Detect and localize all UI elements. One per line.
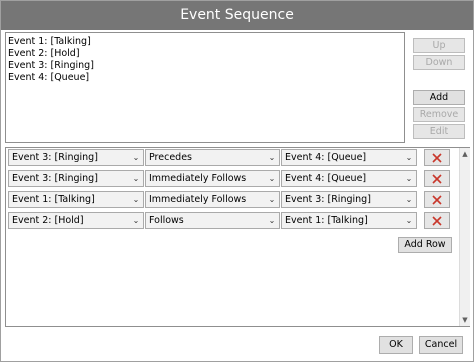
second-event-value: Event 1: [Talking] xyxy=(285,215,368,226)
rules-scrollbar[interactable]: ▲ ▼ xyxy=(459,148,470,326)
first-event-value: Event 3: [Ringing] xyxy=(12,173,98,184)
events-list[interactable]: Event 1: [Talking] Event 2: [Hold] Event… xyxy=(5,32,405,143)
relation-select[interactable]: Immediately Follows ⌄ xyxy=(145,191,280,208)
chevron-down-icon: ⌄ xyxy=(132,216,140,225)
first-event-select[interactable]: Event 1: [Talking] ⌄ xyxy=(8,191,144,208)
chevron-down-icon: ⌄ xyxy=(268,153,276,162)
down-button[interactable]: Down xyxy=(413,55,465,70)
relation-value: Precedes xyxy=(149,152,192,163)
chevron-down-icon: ⌄ xyxy=(268,174,276,183)
edit-button[interactable]: Edit xyxy=(413,124,465,139)
second-event-select[interactable]: Event 4: [Queue] ⌄ xyxy=(281,170,417,187)
chevron-down-icon: ⌄ xyxy=(405,174,413,183)
second-event-select[interactable]: Event 3: [Ringing] ⌄ xyxy=(281,191,417,208)
window-title: Event Sequence xyxy=(1,1,473,30)
relation-select[interactable]: Immediately Follows ⌄ xyxy=(145,170,280,187)
chevron-down-icon: ⌄ xyxy=(405,153,413,162)
relation-value: Follows xyxy=(149,215,184,226)
first-event-value: Event 3: [Ringing] xyxy=(12,152,98,163)
delete-x-icon xyxy=(432,174,442,184)
relation-select[interactable]: Precedes ⌄ xyxy=(145,149,280,166)
chevron-down-icon: ⌄ xyxy=(405,195,413,204)
chevron-down-icon: ⌄ xyxy=(132,153,140,162)
event-sequence-dialog: Event Sequence Event 1: [Talking] Event … xyxy=(0,0,474,362)
second-event-select[interactable]: Event 4: [Queue] ⌄ xyxy=(281,149,417,166)
chevron-down-icon: ⌄ xyxy=(405,216,413,225)
first-event-select[interactable]: Event 3: [Ringing] ⌄ xyxy=(8,149,144,166)
chevron-down-icon: ⌄ xyxy=(268,195,276,204)
add-button[interactable]: Add xyxy=(413,90,465,105)
relation-value: Immediately Follows xyxy=(149,194,247,205)
list-item[interactable]: Event 2: [Hold] xyxy=(8,48,402,60)
second-event-select[interactable]: Event 1: [Talking] ⌄ xyxy=(281,212,417,229)
first-event-value: Event 2: [Hold] xyxy=(12,215,84,226)
delete-x-icon xyxy=(432,195,442,205)
remove-button[interactable]: Remove xyxy=(413,107,465,122)
scroll-up-arrow-icon[interactable]: ▲ xyxy=(460,149,470,159)
relation-value: Immediately Follows xyxy=(149,173,247,184)
delete-row-button[interactable] xyxy=(424,170,450,187)
delete-row-button[interactable] xyxy=(424,149,450,166)
rules-panel: Event 3: [Ringing] ⌄ Precedes ⌄ Event 4:… xyxy=(5,147,470,327)
second-event-value: Event 4: [Queue] xyxy=(285,173,367,184)
ok-button[interactable]: OK xyxy=(379,336,413,354)
first-event-select[interactable]: Event 3: [Ringing] ⌄ xyxy=(8,170,144,187)
list-item[interactable]: Event 4: [Queue] xyxy=(8,72,402,84)
delete-row-button[interactable] xyxy=(424,212,450,229)
delete-row-button[interactable] xyxy=(424,191,450,208)
scroll-down-arrow-icon[interactable]: ▼ xyxy=(460,315,470,325)
second-event-value: Event 3: [Ringing] xyxy=(285,194,371,205)
list-item[interactable]: Event 1: [Talking] xyxy=(8,36,402,48)
relation-select[interactable]: Follows ⌄ xyxy=(145,212,280,229)
chevron-down-icon: ⌄ xyxy=(268,216,276,225)
up-button[interactable]: Up xyxy=(413,38,465,53)
cancel-button[interactable]: Cancel xyxy=(419,336,463,354)
first-event-value: Event 1: [Talking] xyxy=(12,194,95,205)
list-item[interactable]: Event 3: [Ringing] xyxy=(8,60,402,72)
chevron-down-icon: ⌄ xyxy=(132,195,140,204)
first-event-select[interactable]: Event 2: [Hold] ⌄ xyxy=(8,212,144,229)
chevron-down-icon: ⌄ xyxy=(132,174,140,183)
second-event-value: Event 4: [Queue] xyxy=(285,152,367,163)
delete-x-icon xyxy=(432,216,442,226)
add-row-button[interactable]: Add Row xyxy=(398,237,452,253)
delete-x-icon xyxy=(432,153,442,163)
